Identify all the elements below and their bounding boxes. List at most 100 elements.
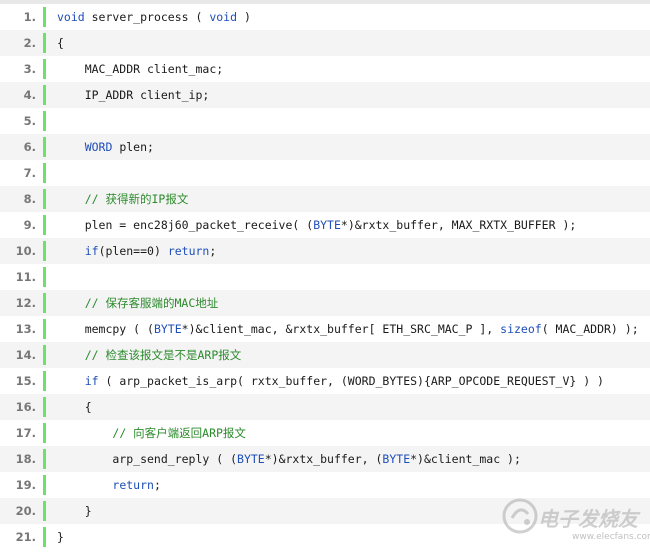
code-line: 11. xyxy=(0,264,650,290)
line-marker xyxy=(43,345,46,365)
code-token: *)&client_mac, &rxtx_buffer[ ETH_SRC_MAC… xyxy=(181,322,501,336)
line-marker xyxy=(43,215,46,235)
line-marker xyxy=(43,59,46,79)
line-marker xyxy=(43,137,46,157)
line-marker xyxy=(43,371,46,391)
line-number: 16. xyxy=(15,400,36,414)
code-token: plen = enc28j60_packet_receive( ( xyxy=(57,218,314,232)
code-line: 12. // 保存客服端的MAC地址 xyxy=(0,290,650,316)
code-comment: // 保存客服端的MAC地址 xyxy=(84,296,219,310)
line-number: 13. xyxy=(15,322,36,336)
line-number: 1. xyxy=(23,10,36,24)
code-token: (plen==0) xyxy=(98,244,168,258)
line-number: 20. xyxy=(15,504,36,518)
code-text: plen = enc28j60_packet_receive( (BYTE*)&… xyxy=(57,212,577,238)
watermark-logo-icon xyxy=(502,498,538,534)
line-number: 14. xyxy=(15,348,36,362)
line-number: 9. xyxy=(23,218,36,232)
code-keyword: if xyxy=(84,244,99,258)
line-marker xyxy=(43,7,46,27)
code-text: // 检查该报文是不是ARP报文 xyxy=(57,342,242,368)
code-text: MAC_ADDR client_mac; xyxy=(57,56,223,82)
watermark-url: www.elecfans.com xyxy=(572,532,650,542)
code-comment: // 向客户端返回ARP报文 xyxy=(112,426,246,440)
code-line: 7. xyxy=(0,160,650,186)
line-number: 19. xyxy=(15,478,36,492)
code-token: } xyxy=(57,530,64,544)
code-text: WORD plen; xyxy=(57,134,154,160)
code-token: MAC_ADDR client_mac; xyxy=(57,62,224,76)
line-marker xyxy=(43,475,46,495)
line-marker xyxy=(43,267,46,287)
code-token: *)&client_mac ); xyxy=(410,452,521,466)
code-keyword: return xyxy=(112,478,154,492)
code-token: memcpy ( ( xyxy=(57,322,154,336)
code-token: { xyxy=(57,400,92,414)
code-line: 6. WORD plen; xyxy=(0,134,650,160)
line-number: 21. xyxy=(15,530,36,544)
code-token: ; xyxy=(209,244,217,258)
code-keyword: if xyxy=(84,374,99,388)
line-marker xyxy=(43,449,46,469)
code-line: 3. MAC_ADDR client_mac; xyxy=(0,56,650,82)
code-keyword: void xyxy=(209,10,238,24)
code-token: { xyxy=(57,36,64,50)
line-number: 4. xyxy=(23,88,36,102)
line-marker xyxy=(43,189,46,209)
code-token: ( arp_packet_is_arp( rxtx_buffer, (WORD_… xyxy=(98,374,604,388)
code-keyword: BYTE xyxy=(382,452,411,466)
code-text: arp_send_reply ( (BYTE*)&rxtx_buffer, (B… xyxy=(57,446,521,472)
code-token: } xyxy=(57,504,92,518)
line-number: 5. xyxy=(23,114,36,128)
code-line: 10. if(plen==0) return; xyxy=(0,238,650,264)
line-marker xyxy=(43,111,46,131)
line-number: 17. xyxy=(15,426,36,440)
code-token: *)&rxtx_buffer, ( xyxy=(264,452,383,466)
code-line: 18. arp_send_reply ( (BYTE*)&rxtx_buffer… xyxy=(0,446,650,472)
code-token: plen; xyxy=(112,140,154,154)
line-number: 2. xyxy=(23,36,36,50)
code-keyword: void xyxy=(57,10,85,24)
line-marker xyxy=(43,423,46,443)
code-text: } xyxy=(57,498,92,524)
line-number: 15. xyxy=(15,374,36,388)
code-text: void server_process ( void ) xyxy=(57,4,251,30)
line-number: 12. xyxy=(15,296,36,310)
code-line: 8. // 获得新的IP报文 xyxy=(0,186,650,212)
line-number: 8. xyxy=(23,192,36,206)
code-line: 13. memcpy ( (BYTE*)&client_mac, &rxtx_b… xyxy=(0,316,650,342)
code-keyword: BYTE xyxy=(237,452,265,466)
code-text: IP_ADDR client_ip; xyxy=(57,82,210,108)
code-line: 9. plen = enc28j60_packet_receive( (BYTE… xyxy=(0,212,650,238)
line-marker xyxy=(43,319,46,339)
line-marker xyxy=(43,527,46,547)
code-text: if ( arp_packet_is_arp( rxtx_buffer, (WO… xyxy=(57,368,604,394)
line-marker xyxy=(43,85,46,105)
code-line: 15. if ( arp_packet_is_arp( rxtx_buffer,… xyxy=(0,368,650,394)
code-line: 4. IP_ADDR client_ip; xyxy=(0,82,650,108)
code-listing: 1. void server_process ( void ) 2. {3. MAC_… xyxy=(0,4,650,550)
code-line: 16. { xyxy=(0,394,650,420)
code-text: memcpy ( (BYTE*)&client_mac, &rxtx_buffe… xyxy=(57,316,639,342)
code-text: // 向客户端返回ARP报文 xyxy=(57,420,246,446)
code-keyword: sizeof xyxy=(500,322,542,336)
code-keyword: WORD xyxy=(84,140,113,154)
code-token: IP_ADDR client_ip; xyxy=(57,88,210,102)
code-token: arp_send_reply ( ( xyxy=(57,452,238,466)
line-marker xyxy=(43,33,46,53)
code-keyword: BYTE xyxy=(313,218,341,232)
line-marker xyxy=(43,241,46,261)
code-text: if(plen==0) return; xyxy=(57,238,217,264)
line-marker xyxy=(43,293,46,313)
code-token: server_process ( xyxy=(84,10,210,24)
code-comment: // 检查该报文是不是ARP报文 xyxy=(84,348,242,362)
line-number: 3. xyxy=(23,62,36,76)
code-comment: // 获得新的IP报文 xyxy=(84,192,189,206)
